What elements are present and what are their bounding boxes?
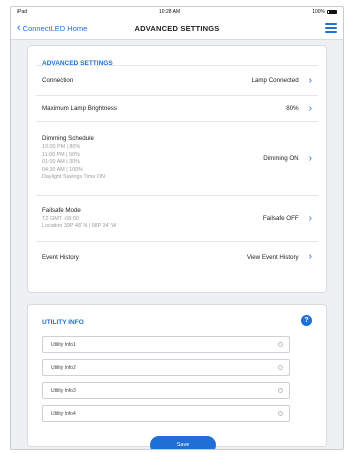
row-value: Dimming ON bbox=[263, 155, 299, 162]
clear-icon[interactable] bbox=[278, 342, 283, 347]
connection-row[interactable]: Connection Lamp Connected › bbox=[36, 66, 318, 96]
row-value: Lamp Connected bbox=[251, 77, 299, 84]
save-button[interactable]: Save bbox=[150, 436, 216, 449]
row-label: Failsafe Mode bbox=[42, 206, 81, 214]
chevron-right-icon: › bbox=[308, 102, 312, 114]
back-button[interactable]: ‹ ConnectLED Home bbox=[17, 21, 88, 34]
status-bar: iPad 10:28 AM 100% bbox=[11, 7, 343, 17]
hamburger-menu-icon[interactable] bbox=[325, 23, 337, 33]
utility-info-card: UTILITY INFO ? Utility Info1 Utility Inf… bbox=[27, 304, 327, 449]
row-value: 80% bbox=[286, 105, 299, 112]
event-history-row[interactable]: Event History View Event History › bbox=[36, 242, 318, 272]
utility-info-field-4[interactable]: Utility Info4 bbox=[42, 405, 290, 422]
section-title: ADVANCED SETTINGS bbox=[36, 46, 318, 67]
row-value: Failsafe OFF bbox=[262, 215, 299, 222]
location-text: Location 39P 48' N | 98P 34' W bbox=[42, 223, 117, 229]
status-time: 10:28 AM bbox=[159, 9, 181, 15]
utility-info-field-2[interactable]: Utility Info2 bbox=[42, 359, 290, 376]
field-value: Utility Info1 bbox=[51, 341, 76, 348]
row-label: Event History bbox=[42, 253, 79, 261]
row-label: Dimming Schedule bbox=[42, 135, 94, 143]
help-icon[interactable]: ? bbox=[301, 315, 312, 326]
carrier-label: iPad bbox=[17, 9, 28, 15]
schedule-entry: 01:00 AM | 30% bbox=[42, 159, 80, 166]
clear-icon[interactable] bbox=[278, 365, 283, 370]
max-brightness-row[interactable]: Maximum Lamp Brightness 80% › bbox=[36, 96, 318, 122]
navigation-bar: ‹ ConnectLED Home ADVANCED SETTINGS bbox=[11, 17, 343, 40]
battery-percent: 100% bbox=[312, 9, 325, 15]
schedule-entry: 11:00 PM | 50% bbox=[42, 151, 80, 158]
row-label: Connection bbox=[42, 77, 74, 84]
chevron-right-icon: › bbox=[308, 251, 312, 262]
battery-indicator: 100% bbox=[312, 9, 337, 15]
dst-status: Daylight Savings Time ON bbox=[42, 174, 105, 181]
advanced-settings-card: ADVANCED SETTINGS Connection Lamp Connec… bbox=[27, 45, 327, 293]
utility-info-field-3[interactable]: Utility Info3 bbox=[42, 382, 290, 399]
battery-icon bbox=[326, 10, 337, 14]
section-title: UTILITY INFO bbox=[42, 319, 84, 326]
clear-icon[interactable] bbox=[278, 411, 283, 416]
chevron-right-icon: › bbox=[308, 74, 312, 86]
field-value: Utility Info3 bbox=[51, 387, 76, 394]
schedule-entry: 04:30 AM | 100% bbox=[42, 166, 83, 173]
chevron-left-icon: ‹ bbox=[17, 21, 21, 34]
chevron-right-icon: › bbox=[308, 212, 312, 224]
clear-icon[interactable] bbox=[278, 388, 283, 393]
schedule-entry: 10:00 PM | 80% bbox=[42, 144, 81, 151]
utility-info-field-1[interactable]: Utility Info1 bbox=[42, 336, 290, 353]
back-label: ConnectLED Home bbox=[22, 23, 88, 33]
dimming-schedule-row[interactable]: Dimming Schedule 10:00 PM | 80% 11:00 PM… bbox=[36, 122, 318, 196]
chevron-right-icon: › bbox=[308, 152, 312, 164]
failsafe-mode-row[interactable]: Failsafe Mode TZ GMT -08:00 Location 39P… bbox=[36, 196, 318, 242]
field-value: Utility Info2 bbox=[51, 364, 76, 371]
app-frame: iPad 10:28 AM 100% ‹ ConnectLED Home ADV… bbox=[10, 6, 344, 450]
row-value: View Event History bbox=[246, 253, 299, 261]
timezone-text: TZ GMT -08:00 bbox=[42, 215, 79, 222]
row-label: Maximum Lamp Brightness bbox=[42, 105, 117, 112]
field-value: Utility Info4 bbox=[51, 410, 76, 417]
